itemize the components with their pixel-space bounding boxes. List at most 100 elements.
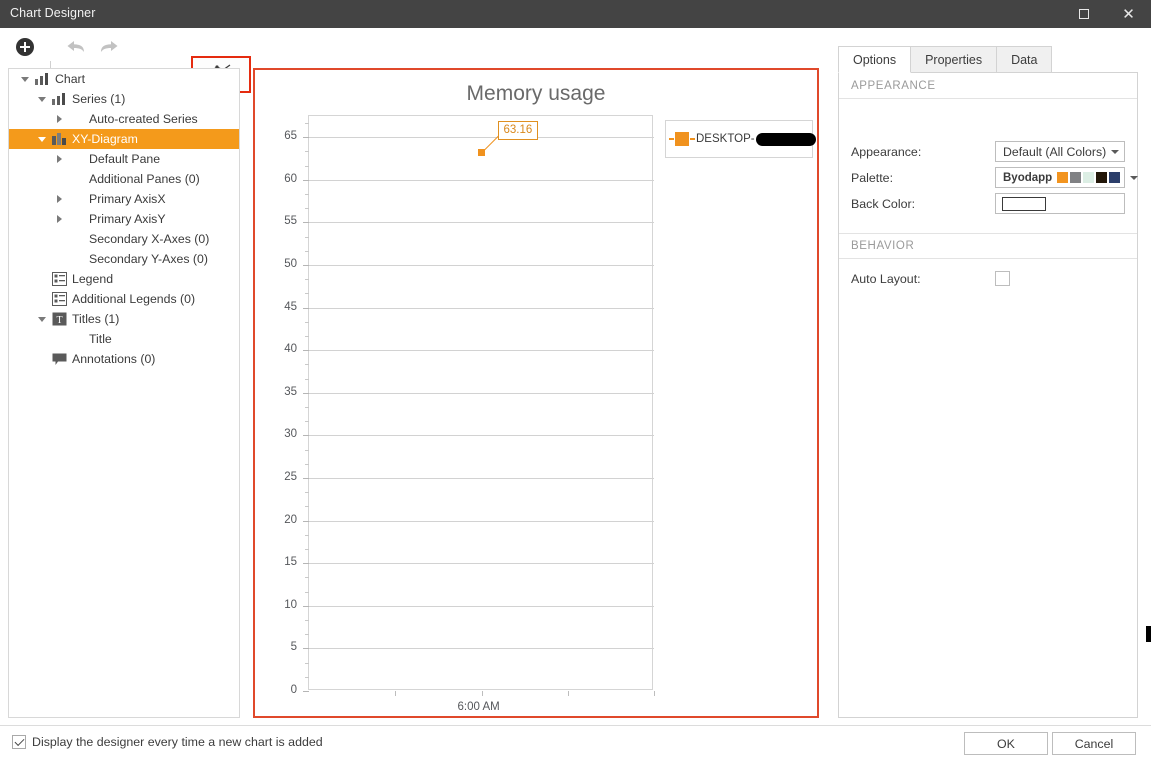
gridline bbox=[309, 435, 654, 436]
maximize-icon[interactable] bbox=[1061, 0, 1106, 28]
tree-item-label: Auto-created Series bbox=[89, 112, 198, 126]
legend-marker-icon bbox=[675, 132, 689, 146]
auto-layout-checkbox[interactable] bbox=[995, 271, 1010, 286]
tree-spacer bbox=[51, 171, 67, 187]
tree-item-label: XY-Diagram bbox=[72, 132, 138, 146]
tree-item-titles-1[interactable]: T Titles (1) bbox=[9, 309, 239, 329]
y-tick-major bbox=[303, 478, 309, 479]
tab-options[interactable]: Options bbox=[838, 46, 911, 73]
options-panel: Options Properties Data APPEARANCE Appea… bbox=[838, 46, 1138, 718]
tree-item-label: Secondary Y-Axes (0) bbox=[89, 252, 208, 266]
data-point-label: 63.16 bbox=[498, 121, 539, 140]
tree-item-xy-diagram[interactable]: XY-Diagram bbox=[9, 129, 239, 149]
appearance-dropdown[interactable]: Default (All Colors) bbox=[995, 141, 1125, 162]
y-tick-label: 50 bbox=[267, 258, 297, 270]
chevron-down-icon[interactable] bbox=[34, 311, 50, 327]
tree-icon-placeholder bbox=[67, 211, 85, 227]
chevron-right-icon[interactable] bbox=[51, 151, 67, 167]
gridline bbox=[309, 222, 654, 223]
tree-item-series-1[interactable]: Series (1) bbox=[9, 89, 239, 109]
gridline bbox=[309, 137, 654, 138]
maximize-square bbox=[1079, 9, 1089, 19]
y-tick-major bbox=[303, 308, 309, 309]
back-color-picker[interactable] bbox=[995, 193, 1125, 214]
data-point-marker[interactable] bbox=[478, 149, 485, 156]
y-tick-minor bbox=[305, 663, 309, 664]
palette-dropdown[interactable]: Byodapp bbox=[995, 167, 1125, 188]
tree-item-additional-panes-0[interactable]: Additional Panes (0) bbox=[9, 169, 239, 189]
gridline bbox=[309, 350, 654, 351]
chart-legend[interactable]: DESKTOP- bbox=[665, 120, 813, 158]
svg-text:T: T bbox=[56, 315, 62, 326]
tree-item-default-pane[interactable]: Default Pane bbox=[9, 149, 239, 169]
x-tick bbox=[568, 691, 569, 696]
chevron-down-icon[interactable] bbox=[17, 71, 33, 87]
y-tick-major bbox=[303, 435, 309, 436]
gridline bbox=[309, 563, 654, 564]
tree-item-auto-created-series[interactable]: Auto-created Series bbox=[9, 109, 239, 129]
y-tick-minor bbox=[305, 592, 309, 593]
chart-element-tree[interactable]: Chart Series (1) Auto-created Series XY-Dia… bbox=[8, 68, 240, 718]
tree-item-chart[interactable]: Chart bbox=[9, 69, 239, 89]
y-tick-minor bbox=[305, 535, 309, 536]
tab-data[interactable]: Data bbox=[996, 46, 1052, 73]
window-title: Chart Designer bbox=[10, 6, 95, 20]
tree-item-primary-axisx[interactable]: Primary AxisX bbox=[9, 189, 239, 209]
ok-button[interactable]: OK bbox=[964, 732, 1048, 755]
tree-item-label: Additional Legends (0) bbox=[72, 292, 195, 306]
diagram-icon bbox=[50, 131, 68, 147]
chevron-right-icon[interactable] bbox=[51, 191, 67, 207]
bar-chart-icon bbox=[33, 71, 51, 87]
tree-icon-placeholder bbox=[67, 231, 85, 247]
tree-spacer bbox=[34, 351, 50, 367]
tree-item-label: Titles (1) bbox=[72, 312, 119, 326]
plot-area: 051015202530354045505560656:00 AM63.16 bbox=[308, 115, 653, 690]
y-tick-minor bbox=[305, 492, 309, 493]
chart-preview[interactable]: Memory usage 051015202530354045505560656… bbox=[253, 68, 819, 718]
tree-spacer bbox=[34, 271, 50, 287]
behavior-section-header: BEHAVIOR bbox=[839, 233, 1137, 259]
add-circle-icon[interactable] bbox=[10, 33, 40, 61]
gridline bbox=[309, 265, 654, 266]
tree-item-label: Series (1) bbox=[72, 92, 125, 106]
y-tick-minor bbox=[305, 450, 309, 451]
y-tick-major bbox=[303, 606, 309, 607]
palette-label: Palette: bbox=[851, 171, 893, 185]
data-label-leader-line bbox=[309, 116, 654, 691]
gridline bbox=[309, 308, 654, 309]
tree-item-label: Annotations (0) bbox=[72, 352, 155, 366]
tree-item-legend[interactable]: Legend bbox=[9, 269, 239, 289]
check-icon bbox=[14, 736, 24, 746]
gridline bbox=[309, 180, 654, 181]
chevron-right-icon[interactable] bbox=[51, 211, 67, 227]
tree-item-title[interactable]: Title bbox=[9, 329, 239, 349]
tree-item-primary-axisy[interactable]: Primary AxisY bbox=[9, 209, 239, 229]
close-glyph: ✕ bbox=[1122, 7, 1135, 22]
cancel-button[interactable]: Cancel bbox=[1052, 732, 1136, 755]
auto-layout-label: Auto Layout: bbox=[851, 272, 921, 286]
tree-item-annotations-0[interactable]: Annotations (0) bbox=[9, 349, 239, 369]
y-tick-major bbox=[303, 265, 309, 266]
display-designer-checkbox[interactable] bbox=[12, 735, 26, 749]
palette-swatch-0 bbox=[1056, 171, 1069, 184]
redo-arrow-icon[interactable] bbox=[93, 33, 123, 61]
x-tick bbox=[654, 691, 655, 696]
tree-item-secondary-y-axes-0[interactable]: Secondary Y-Axes (0) bbox=[9, 249, 239, 269]
y-tick-minor bbox=[305, 506, 309, 507]
chevron-down-icon[interactable] bbox=[34, 131, 50, 147]
tab-properties[interactable]: Properties bbox=[910, 46, 997, 73]
chevron-down-icon bbox=[1106, 150, 1124, 154]
tree-spacer bbox=[51, 331, 67, 347]
back-color-label: Back Color: bbox=[851, 197, 915, 211]
tree-item-additional-legends-0[interactable]: Additional Legends (0) bbox=[9, 289, 239, 309]
palette-value: Byodapp bbox=[996, 172, 1056, 184]
tree-spacer bbox=[51, 251, 67, 267]
chevron-right-icon[interactable] bbox=[51, 111, 67, 127]
tree-item-secondary-x-axes-0[interactable]: Secondary X-Axes (0) bbox=[9, 229, 239, 249]
chevron-down-icon[interactable] bbox=[34, 91, 50, 107]
undo-arrow-icon[interactable] bbox=[62, 33, 92, 61]
y-tick-label: 5 bbox=[267, 641, 297, 653]
legend-icon bbox=[50, 271, 68, 287]
close-icon[interactable]: ✕ bbox=[1106, 0, 1151, 28]
y-tick-minor bbox=[305, 549, 309, 550]
